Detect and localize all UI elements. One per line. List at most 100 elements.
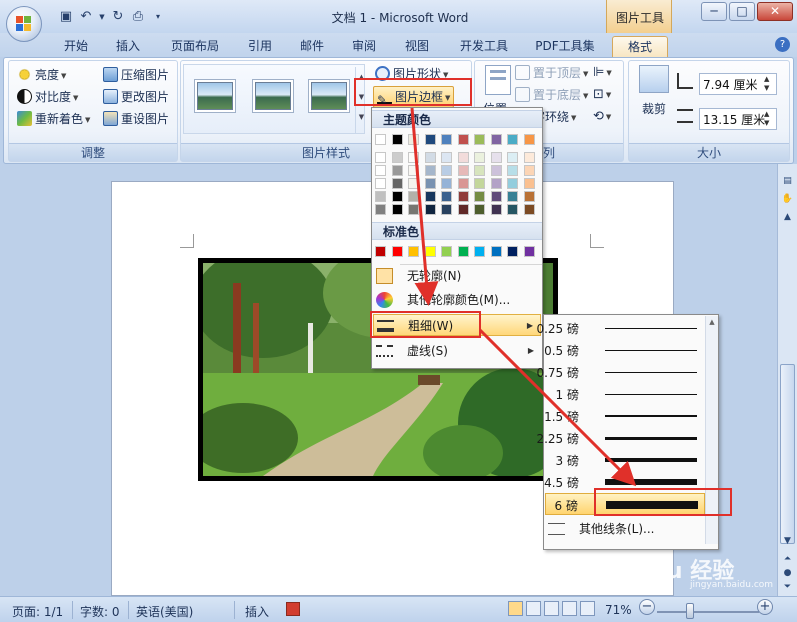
office-button[interactable]: [6, 6, 42, 42]
standard-color-swatch[interactable]: [408, 246, 419, 257]
theme-color-swatch[interactable]: [408, 165, 419, 176]
theme-color-swatch[interactable]: [391, 191, 403, 202]
theme-color-swatch[interactable]: [424, 134, 436, 145]
tab-page-layout[interactable]: 页面布局: [164, 36, 226, 57]
theme-color-swatch[interactable]: [408, 191, 419, 202]
weight-option[interactable]: 3 磅: [545, 449, 705, 471]
theme-color-swatch[interactable]: [490, 152, 502, 163]
theme-color-swatch[interactable]: [490, 191, 502, 202]
close-button[interactable]: ✕: [757, 2, 793, 21]
theme-color-swatch[interactable]: [408, 134, 419, 145]
theme-color-swatch[interactable]: [375, 152, 386, 163]
theme-color-swatch[interactable]: [391, 134, 403, 145]
print-layout-icon[interactable]: [508, 601, 523, 616]
theme-color-swatch[interactable]: [391, 165, 403, 176]
next-page-icon[interactable]: ⏷: [780, 580, 795, 594]
position-icon[interactable]: [485, 65, 511, 95]
ruler-toggle-icon[interactable]: ▤: [780, 174, 795, 188]
standard-color-swatch[interactable]: [490, 246, 502, 257]
crop-label[interactable]: 裁剪: [642, 99, 666, 119]
standard-color-swatch[interactable]: [457, 246, 469, 257]
more-colors-item[interactable]: 其他轮廓颜色(M)...: [373, 289, 541, 311]
help-icon[interactable]: ?: [775, 37, 790, 52]
picture-style-thumb[interactable]: [194, 79, 236, 113]
theme-color-swatch[interactable]: [490, 204, 502, 215]
minimize-button[interactable]: ─: [701, 2, 727, 21]
print-preview-icon[interactable]: ⎙: [130, 9, 146, 25]
change-picture-button[interactable]: 更改图片: [103, 87, 169, 107]
theme-color-swatch[interactable]: [457, 178, 469, 189]
standard-color-swatch[interactable]: [523, 246, 535, 257]
zoom-slider-thumb[interactable]: [686, 603, 694, 619]
theme-color-swatch[interactable]: [375, 178, 386, 189]
theme-color-swatch[interactable]: [507, 178, 518, 189]
qat-customize-icon[interactable]: ▾: [150, 9, 166, 25]
theme-color-swatch[interactable]: [424, 191, 436, 202]
theme-color-swatch[interactable]: [523, 165, 535, 176]
theme-color-swatch[interactable]: [474, 152, 485, 163]
weight-option[interactable]: 0.25 磅: [536, 317, 705, 339]
theme-color-swatch[interactable]: [523, 204, 535, 215]
scroll-up-icon[interactable]: ▲: [780, 210, 795, 224]
no-outline-item[interactable]: 无轮廓(N): [373, 265, 541, 287]
zoom-out-button[interactable]: −: [639, 599, 655, 615]
standard-color-swatch[interactable]: [507, 246, 518, 257]
width-spinner[interactable]: 13.15 厘米 ▲ ▼: [699, 108, 777, 130]
theme-color-swatch[interactable]: [490, 165, 502, 176]
theme-color-swatch[interactable]: [474, 204, 485, 215]
recolor-button[interactable]: 重新着色 ▼: [17, 109, 90, 129]
theme-color-swatch[interactable]: [441, 178, 452, 189]
full-screen-reading-icon[interactable]: [526, 601, 541, 616]
standard-color-swatch[interactable]: [474, 246, 485, 257]
page-count[interactable]: 页面: 1/1: [12, 603, 63, 620]
theme-color-swatch[interactable]: [457, 134, 469, 145]
theme-color-swatch[interactable]: [391, 152, 403, 163]
scroll-thumb[interactable]: [780, 364, 795, 544]
tab-home[interactable]: 开始: [56, 36, 96, 57]
weight-option[interactable]: 0.5 磅: [544, 339, 705, 361]
theme-color-swatch[interactable]: [391, 204, 403, 215]
theme-color-swatch[interactable]: [474, 191, 485, 202]
theme-color-swatch[interactable]: [375, 191, 386, 202]
zoom-in-button[interactable]: +: [757, 599, 773, 615]
theme-color-swatch[interactable]: [457, 165, 469, 176]
language[interactable]: 英语(美国): [136, 603, 193, 620]
width-spin-arrows[interactable]: ▲ ▼: [764, 110, 774, 128]
brightness-button[interactable]: 亮度 ▼: [17, 65, 66, 85]
theme-color-swatch[interactable]: [424, 178, 436, 189]
reset-picture-button[interactable]: 重设图片: [103, 109, 169, 129]
crop-icon[interactable]: [639, 65, 669, 93]
theme-color-swatch[interactable]: [441, 134, 452, 145]
scroll-up-icon[interactable]: ▲: [706, 318, 718, 326]
theme-color-swatch[interactable]: [457, 191, 469, 202]
height-spin-arrows[interactable]: ▲ ▼: [764, 75, 774, 93]
theme-color-swatch[interactable]: [474, 165, 485, 176]
tab-view[interactable]: 视图: [397, 36, 437, 57]
tab-developer[interactable]: 开发工具: [453, 36, 515, 57]
tab-mailings[interactable]: 邮件: [292, 36, 332, 57]
theme-color-swatch[interactable]: [375, 204, 386, 215]
theme-color-swatch[interactable]: [375, 165, 386, 176]
theme-color-swatch[interactable]: [474, 134, 485, 145]
tab-references[interactable]: 引用: [240, 36, 280, 57]
outline-view-icon[interactable]: [562, 601, 577, 616]
weight-option[interactable]: 1.5 磅: [544, 405, 705, 427]
theme-color-swatch[interactable]: [408, 178, 419, 189]
web-layout-icon[interactable]: [544, 601, 559, 616]
save-icon[interactable]: ▣: [58, 9, 74, 25]
rotate-icon[interactable]: ⟲ ▼: [593, 107, 611, 127]
theme-color-swatch[interactable]: [441, 204, 452, 215]
height-spinner[interactable]: 7.94 厘米 ▲ ▼: [699, 73, 777, 95]
compress-pictures-button[interactable]: 压缩图片: [103, 65, 169, 85]
weight-option[interactable]: 2.25 磅: [536, 427, 705, 449]
more-lines-item[interactable]: 其他线条(L)...: [545, 518, 705, 540]
theme-color-swatch[interactable]: [408, 152, 419, 163]
prev-page-icon[interactable]: ⏶: [780, 552, 795, 566]
theme-color-swatch[interactable]: [424, 204, 436, 215]
insert-mode[interactable]: 插入: [245, 603, 269, 620]
theme-color-swatch[interactable]: [424, 152, 436, 163]
theme-color-swatch[interactable]: [441, 165, 452, 176]
undo-dropdown-icon[interactable]: ▼: [94, 9, 110, 25]
theme-color-swatch[interactable]: [507, 165, 518, 176]
theme-color-swatch[interactable]: [507, 134, 518, 145]
